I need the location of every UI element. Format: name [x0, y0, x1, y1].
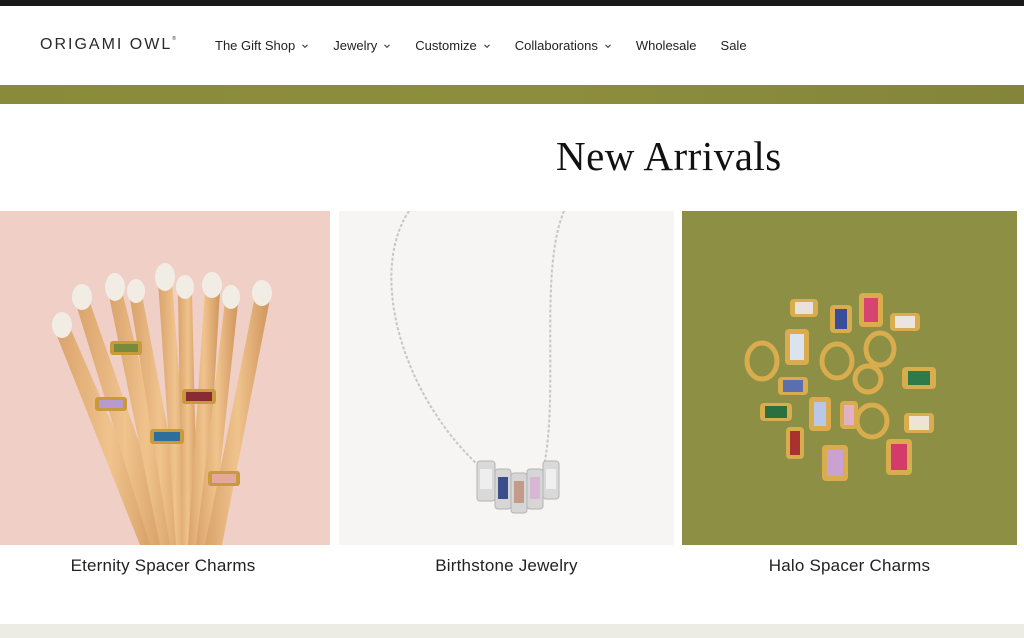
brand-logo[interactable]: ORIGAMI OWL®	[40, 36, 176, 54]
logo-text: ORIGAMI OWL	[40, 36, 173, 53]
nav-item-label: Jewelry	[333, 38, 378, 53]
chevron-down-icon	[384, 43, 391, 48]
next-section-preview	[0, 624, 1024, 638]
nav-item-collaborations[interactable]: Collaborations	[515, 38, 612, 53]
nav-item-label: Customize	[415, 38, 477, 53]
chevron-down-icon	[604, 43, 611, 48]
site-header: ORIGAMI OWL® The Gift Shop Jewelry Custo…	[0, 6, 1024, 85]
main-nav: The Gift Shop Jewelry Customize Collabor…	[215, 38, 771, 53]
product-card-title[interactable]: Birthstone Jewelry	[339, 556, 674, 576]
product-image[interactable]	[339, 211, 674, 545]
halo-charms-illustration	[744, 293, 936, 481]
nav-item-label: Collaborations	[514, 38, 598, 53]
necklace-illustration	[390, 211, 565, 514]
promo-banner-band	[0, 85, 1024, 104]
nav-item-label: The Gift Shop	[215, 38, 296, 53]
nav-item-label: Sale	[720, 38, 747, 53]
chevron-down-icon	[483, 43, 490, 48]
product-card-halo-spacer-charms[interactable]	[682, 211, 1017, 545]
matchsticks-charms-illustration	[52, 263, 272, 545]
nav-item-customize[interactable]: Customize	[415, 38, 490, 53]
nav-item-jewelry[interactable]: Jewelry	[333, 38, 391, 53]
nav-item-wholesale[interactable]: Wholesale	[636, 38, 697, 53]
product-image[interactable]	[0, 211, 330, 545]
product-card-eternity-spacer-charms[interactable]	[0, 211, 330, 545]
page-title: New Arrivals	[556, 133, 782, 179]
nav-item-sale[interactable]: Sale	[721, 38, 747, 53]
nav-item-label: Wholesale	[635, 38, 697, 53]
logo-registered-mark: ®	[172, 36, 176, 42]
product-card-birthstone-jewelry[interactable]	[339, 211, 674, 545]
chevron-down-icon	[302, 43, 309, 48]
product-image[interactable]	[682, 211, 1017, 545]
product-card-title[interactable]: Halo Spacer Charms	[682, 556, 1017, 576]
nav-item-gift-shop[interactable]: The Gift Shop	[215, 38, 309, 53]
product-card-title[interactable]: Eternity Spacer Charms	[0, 556, 326, 576]
